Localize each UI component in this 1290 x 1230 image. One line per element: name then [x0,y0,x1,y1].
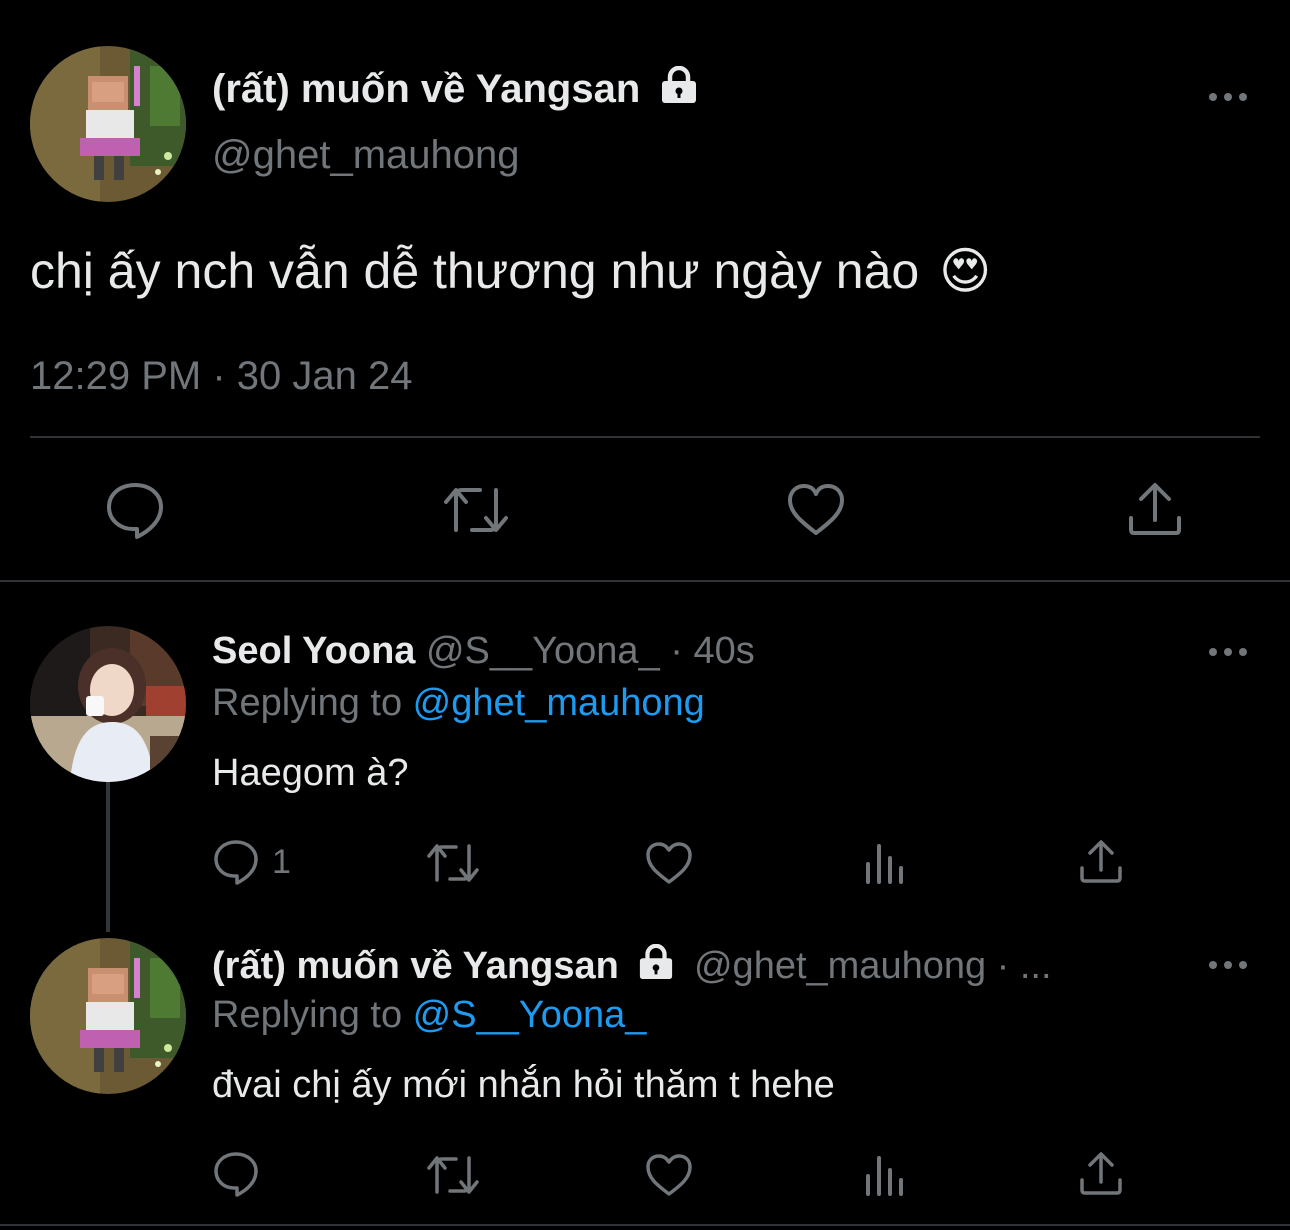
retweet-icon[interactable] [424,840,482,886]
heart-eyes-emoji: 😍 [939,243,992,299]
reply-button[interactable]: 1 [212,838,291,886]
reply-count: 1 [272,842,291,881]
section-divider [0,580,1290,582]
retweet-icon[interactable] [440,482,512,538]
like-icon[interactable] [786,482,846,538]
reply-avatar[interactable] [30,626,186,782]
lock-icon [637,944,675,980]
reply-handle-time[interactable]: @ghet_mauhong · ... [694,945,1052,987]
retweet-icon[interactable] [424,1152,482,1198]
tweet-text: chị ấy nch vẫn dễ thương như ngày nào 😍 [30,242,991,300]
avatar[interactable] [30,46,186,202]
lock-icon [659,66,699,104]
display-name[interactable]: (rất) muốn về Yangsan [212,66,699,112]
reply-text: đvai chị ấy mới nhắn hỏi thăm t hehe [212,1064,835,1106]
like-icon[interactable] [644,1152,694,1198]
more-options-icon[interactable] [1198,82,1258,112]
reply-icon[interactable] [212,1150,260,1198]
reply-avatar[interactable] [30,938,186,1094]
replying-to-link[interactable]: @S__Yoona_ [413,994,647,1036]
analytics-icon[interactable] [862,840,908,886]
reply-icon [212,838,260,886]
replying-to-link[interactable]: @ghet_mauhong [413,682,705,724]
timestamp[interactable]: 12:29 PM · 30 Jan 24 [30,354,412,399]
share-icon[interactable] [1126,480,1184,538]
divider [30,436,1260,438]
more-options-icon[interactable] [1198,637,1258,667]
like-icon[interactable] [644,840,694,886]
reply-display-name[interactable]: Seol Yoona [212,630,415,672]
reply-text: Haegom à? [212,752,409,794]
thread-line [106,782,110,932]
reply-header: Seol Yoona @S__Yoona_ · 40s [212,630,755,673]
display-name-text: (rất) muốn về Yangsan [212,67,641,111]
replying-to-label: Replying to [212,682,413,724]
reply-icon[interactable] [104,480,166,540]
replying-to-label: Replying to [212,994,413,1036]
share-icon[interactable] [1078,1150,1124,1198]
replying-to: Replying to @ghet_mauhong [212,682,705,725]
analytics-icon[interactable] [862,1152,908,1198]
section-divider [0,1224,1290,1226]
reply-handle-time[interactable]: @S__Yoona_ · 40s [426,630,755,672]
reply-display-name[interactable]: (rất) muốn về Yangsan [212,945,619,987]
more-options-icon[interactable] [1198,950,1258,980]
handle[interactable]: @ghet_mauhong [212,133,520,178]
replying-to: Replying to @S__Yoona_ [212,994,646,1037]
reply-header: (rất) muốn về Yangsan @ghet_mauhong · ..… [212,944,1052,988]
tweet-text-content: chị ấy nch vẫn dễ thương như ngày nào [30,243,920,299]
share-icon[interactable] [1078,838,1124,886]
